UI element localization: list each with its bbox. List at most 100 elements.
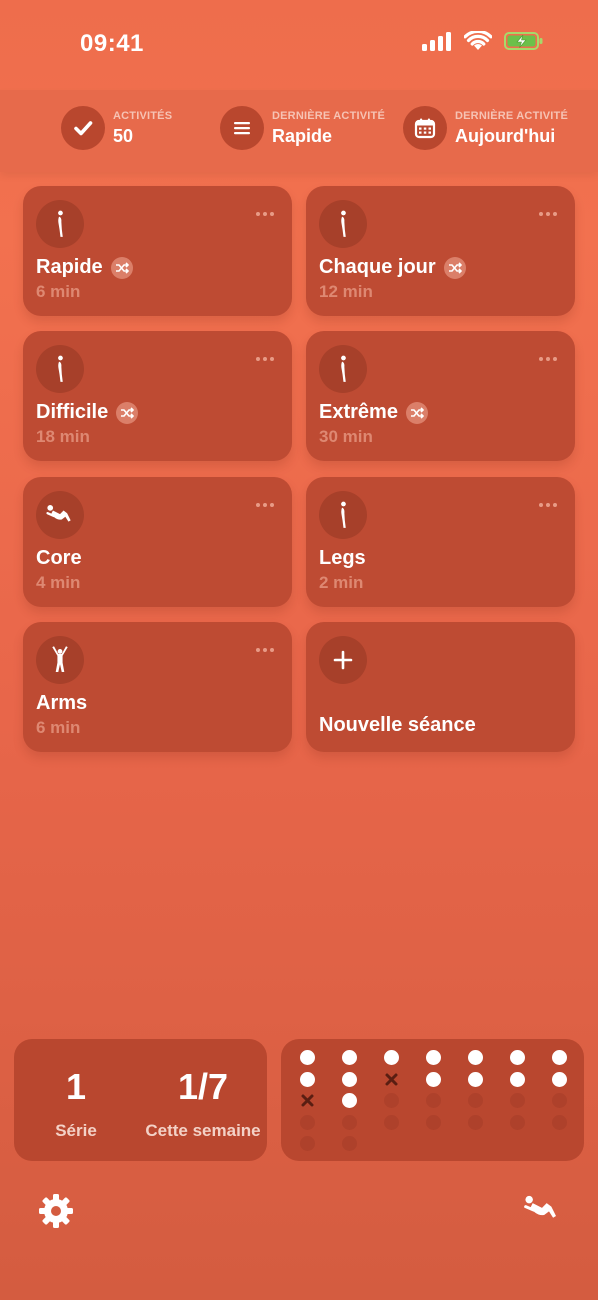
activity-dot-done [342, 1071, 357, 1087]
workout-duration: 6 min [36, 718, 81, 737]
more-icon[interactable] [256, 212, 274, 216]
situp-figure-icon [36, 491, 84, 539]
stat-value: Rapide [272, 125, 333, 146]
calendar-icon [403, 106, 447, 150]
standing-figure-icon [36, 345, 84, 393]
standing-figure-icon [319, 491, 367, 539]
activity-dot-empty [510, 1093, 525, 1108]
new-session-button[interactable]: Nouvelle séance [306, 622, 575, 752]
situp-figure-icon [521, 1192, 563, 1226]
standing-figure-icon [319, 345, 367, 393]
more-icon[interactable] [539, 212, 557, 216]
activity-dot-done [468, 1071, 483, 1087]
activity-dot-done [468, 1050, 483, 1065]
activity-dot-done [510, 1071, 525, 1087]
plus-icon [319, 636, 367, 684]
series-stat: 1 Série [50, 1067, 102, 1141]
workout-card-core[interactable]: Core 4 min [23, 477, 292, 607]
activity-dot-empty [384, 1093, 399, 1108]
more-icon[interactable] [539, 357, 557, 361]
activity-missed-icon [384, 1072, 399, 1087]
activity-dot-empty [300, 1114, 315, 1130]
workout-duration: 2 min [319, 573, 364, 592]
list-icon [220, 106, 264, 150]
more-icon[interactable] [256, 503, 274, 507]
activity-dot-empty [426, 1114, 441, 1130]
status-bar: 09:41 [0, 0, 598, 90]
stat-label: DERNIÈRE ACTIVITÉ [455, 109, 569, 122]
signal-icon [422, 32, 451, 51]
activity-missed-icon [300, 1093, 315, 1108]
workout-card-extreme[interactable]: Extrême 30 min [306, 331, 575, 461]
workout-duration: 18 min [36, 427, 90, 446]
week-stat: 1/7 Cette semaine [144, 1067, 262, 1141]
activity-dot-empty [342, 1114, 357, 1130]
activity-dot-done [552, 1050, 567, 1065]
activity-dot-empty [468, 1093, 483, 1108]
shuffle-icon [405, 401, 428, 424]
activity-dot-done [552, 1071, 567, 1087]
activity-dot-done [384, 1050, 399, 1065]
activity-dot-done [342, 1050, 357, 1065]
stat-value: Aujourd'hui [455, 125, 556, 146]
series-label: Série [55, 1121, 97, 1140]
streak-panel: 1 Série 1/7 Cette semaine [14, 1039, 267, 1161]
more-icon[interactable] [256, 648, 274, 652]
stats-header: ACTIVITÉS 50 DERNIÈRE ACTIVITÉ Rapide DE… [0, 90, 598, 172]
workout-duration: 30 min [319, 427, 373, 446]
stat-activities: ACTIVITÉS 50 [61, 106, 172, 150]
gear-icon [39, 1194, 73, 1228]
activity-dot-empty [300, 1136, 315, 1151]
workout-card-arms[interactable]: Arms 6 min [23, 622, 292, 752]
stat-last-date: DERNIÈRE ACTIVITÉ Aujourd'hui [403, 106, 568, 150]
start-workout-button[interactable] [521, 1192, 563, 1228]
activity-dot-done [426, 1050, 441, 1065]
week-label: Cette semaine [145, 1121, 261, 1140]
activity-dot-done [300, 1050, 315, 1065]
stat-value: 50 [113, 125, 134, 146]
workout-title: Difficile [36, 401, 109, 423]
activity-dot-empty [468, 1114, 483, 1130]
shuffle-icon [443, 256, 466, 279]
more-icon[interactable] [539, 503, 557, 507]
activity-dot-empty [552, 1114, 567, 1130]
series-value: 1 [65, 1066, 87, 1107]
activity-dot-done [426, 1071, 441, 1087]
stat-last-activity: DERNIÈRE ACTIVITÉ Rapide [220, 106, 385, 150]
workout-card-chaque-jour[interactable]: Chaque jour 12 min [306, 186, 575, 316]
workout-duration: 12 min [319, 282, 373, 301]
workout-card-legs[interactable]: Legs 2 min [306, 477, 575, 607]
arms-up-figure-icon [36, 636, 84, 684]
standing-figure-icon [319, 200, 367, 248]
workout-title: Legs [319, 547, 366, 569]
standing-figure-icon [36, 200, 84, 248]
workout-title: Core [36, 547, 82, 569]
status-time: 09:41 [80, 30, 144, 57]
workout-title: Chaque jour [319, 256, 436, 278]
activity-dot-done [510, 1050, 525, 1065]
shuffle-icon [116, 401, 139, 424]
settings-button[interactable] [37, 1192, 75, 1230]
activity-grid-panel [281, 1039, 584, 1161]
battery-icon [504, 32, 543, 50]
workout-title: Arms [36, 692, 88, 714]
workout-duration: 6 min [36, 282, 81, 301]
activity-dot-done [300, 1071, 315, 1087]
activity-dot-empty [342, 1136, 357, 1151]
activity-dot-done [342, 1093, 357, 1108]
stat-label: DERNIÈRE ACTIVITÉ [272, 109, 386, 122]
status-icons [422, 31, 544, 51]
activity-dot-empty [426, 1093, 441, 1108]
checkmark-icon [61, 106, 105, 150]
workout-card-difficile[interactable]: Difficile 18 min [23, 331, 292, 461]
wifi-icon [464, 31, 492, 50]
workout-title: Rapide [36, 256, 103, 278]
workout-title: Extrême [319, 401, 398, 423]
more-icon[interactable] [256, 357, 274, 361]
shuffle-icon [110, 256, 133, 279]
activity-dot-empty [384, 1114, 399, 1130]
workout-duration: 4 min [36, 573, 81, 592]
workout-card-rapide[interactable]: Rapide 6 min [23, 186, 292, 316]
activity-dot-empty [552, 1093, 567, 1108]
activity-dot-empty [510, 1114, 525, 1130]
